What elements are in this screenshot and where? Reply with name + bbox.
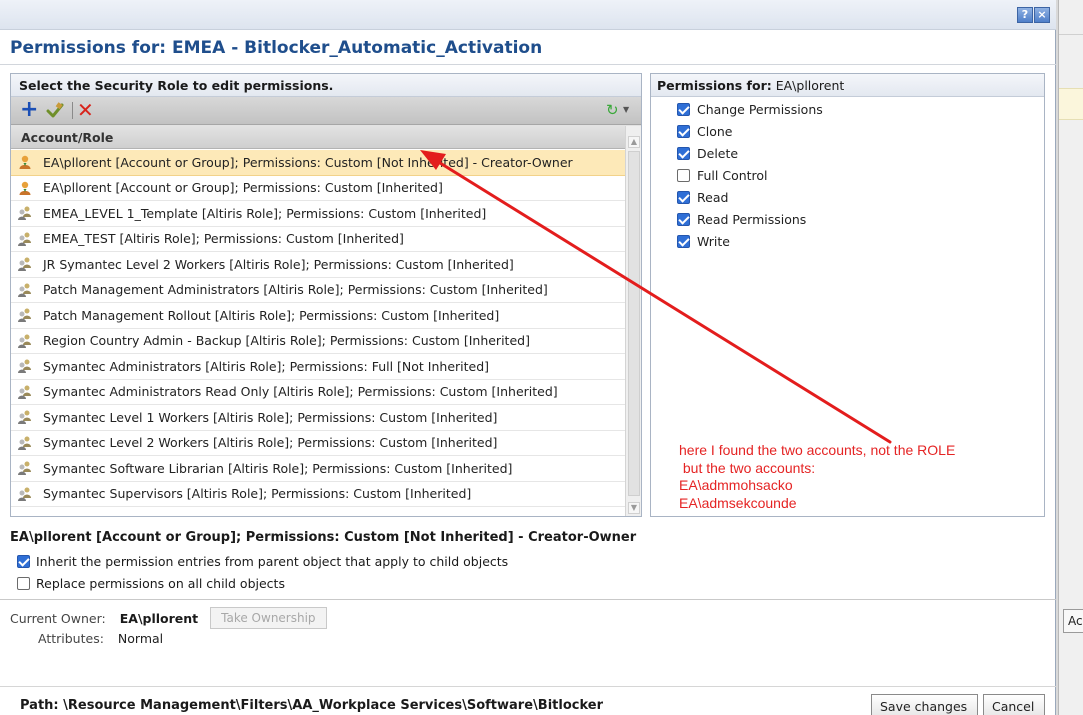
replace-checkbox[interactable] [17,577,30,590]
inherit-option[interactable]: Inherit the permission entries from pare… [17,554,508,569]
save-changes-button[interactable]: Save changes [871,694,978,715]
owner-row: Current Owner: EA\pllorent Take Ownershi… [10,607,327,629]
replace-label: Replace permissions on all child objects [36,576,285,591]
selected-entry-title: EA\pllorent [Account or Group]; Permissi… [10,530,637,545]
inherit-label: Inherit the permission entries from pare… [36,554,509,569]
inherit-checkbox[interactable] [17,555,30,568]
background-window: Ac [1058,0,1083,715]
divider [0,686,1056,687]
divider [0,599,1056,600]
owner-label: Current Owner: [10,610,106,626]
take-ownership-button[interactable]: Take Ownership [210,607,327,629]
owner-value: EA\pllorent [119,610,199,626]
cancel-button[interactable]: Cancel [983,694,1045,715]
attributes-row: Attributes: Normal [38,631,163,646]
attributes-value: Normal [117,631,164,646]
replace-option[interactable]: Replace permissions on all child objects [17,576,285,591]
background-button[interactable]: Ac [1063,609,1083,633]
object-path: Path: \Resource Management\Filters\AA_Wo… [20,698,603,713]
attributes-label: Attributes: [38,631,104,646]
highlight-strip [1059,88,1083,120]
divider [1059,34,1083,35]
permissions-dialog: ? × Permissions for: EMEA - Bitlocker_Au… [0,0,1056,715]
